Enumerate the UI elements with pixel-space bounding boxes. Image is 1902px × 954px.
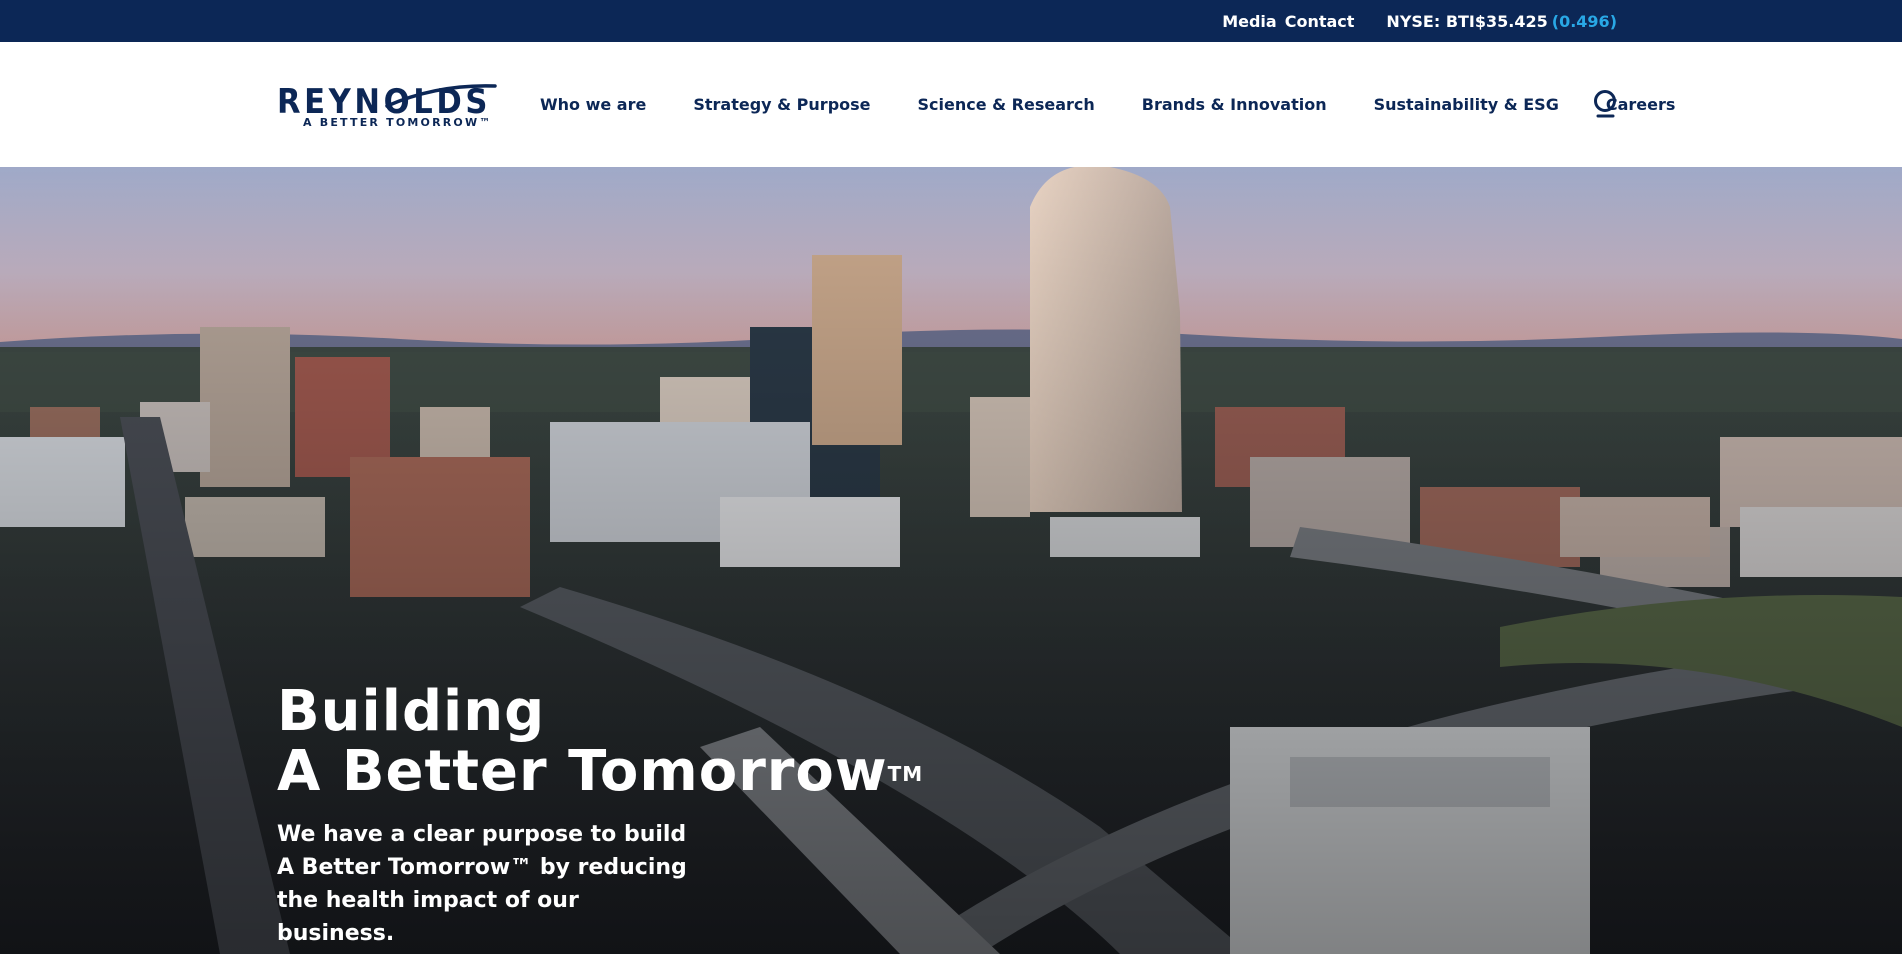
utility-bar: Media Contact NYSE: BTI$35.425 (0.496)	[0, 0, 1902, 42]
hero-subtitle-line1: We have a clear purpose to build	[277, 822, 687, 847]
logo-swoosh-icon	[385, 84, 497, 108]
hero-subtitle-line2: A Better Tomorrow™ by reducing	[277, 855, 687, 880]
stock-ticker[interactable]: NYSE: BTI$35.425 (0.496)	[1386, 12, 1617, 31]
main-header: REYNOLDS A BETTER TOMORROW™ Who we are S…	[0, 42, 1902, 167]
search-button[interactable]	[1592, 89, 1620, 121]
stock-change: (0.496)	[1551, 11, 1617, 31]
utility-links: Media Contact NYSE: BTI$35.425 (0.496)	[1214, 0, 1617, 42]
stock-price: NYSE: BTI$35.425	[1386, 11, 1548, 31]
nav-who-we-are[interactable]: Who we are	[540, 95, 646, 114]
hero-subtitle: We have a clear purpose to build A Bette…	[277, 818, 697, 950]
hero-banner: Building A Better TomorrowTM We have a c…	[0, 167, 1902, 954]
hero-title: Building A Better TomorrowTM	[277, 682, 923, 802]
hero-subtitle-line3: the health impact of our business.	[277, 888, 579, 946]
nav-brands-innovation[interactable]: Brands & Innovation	[1142, 95, 1327, 114]
search-icon	[1594, 90, 1616, 118]
hero-text: Building A Better TomorrowTM We have a c…	[277, 682, 923, 950]
primary-nav: Who we are Strategy & Purpose Science & …	[540, 42, 1722, 167]
trademark-mark: TM	[887, 762, 924, 786]
contact-link[interactable]: Contact	[1285, 12, 1355, 31]
nav-science-research[interactable]: Science & Research	[918, 95, 1095, 114]
hero-title-line2: A Better Tomorrow	[277, 739, 888, 804]
nav-sustainability-esg[interactable]: Sustainability & ESG	[1374, 95, 1559, 114]
logo-tagline: A BETTER TOMORROW™	[303, 116, 493, 129]
nav-strategy-purpose[interactable]: Strategy & Purpose	[693, 95, 870, 114]
hero-title-line2-wrap: A Better TomorrowTM	[277, 742, 923, 802]
media-link[interactable]: Media	[1222, 12, 1277, 31]
hero-title-line1: Building	[277, 679, 546, 744]
reynolds-logo[interactable]: REYNOLDS A BETTER TOMORROW™	[277, 80, 497, 130]
